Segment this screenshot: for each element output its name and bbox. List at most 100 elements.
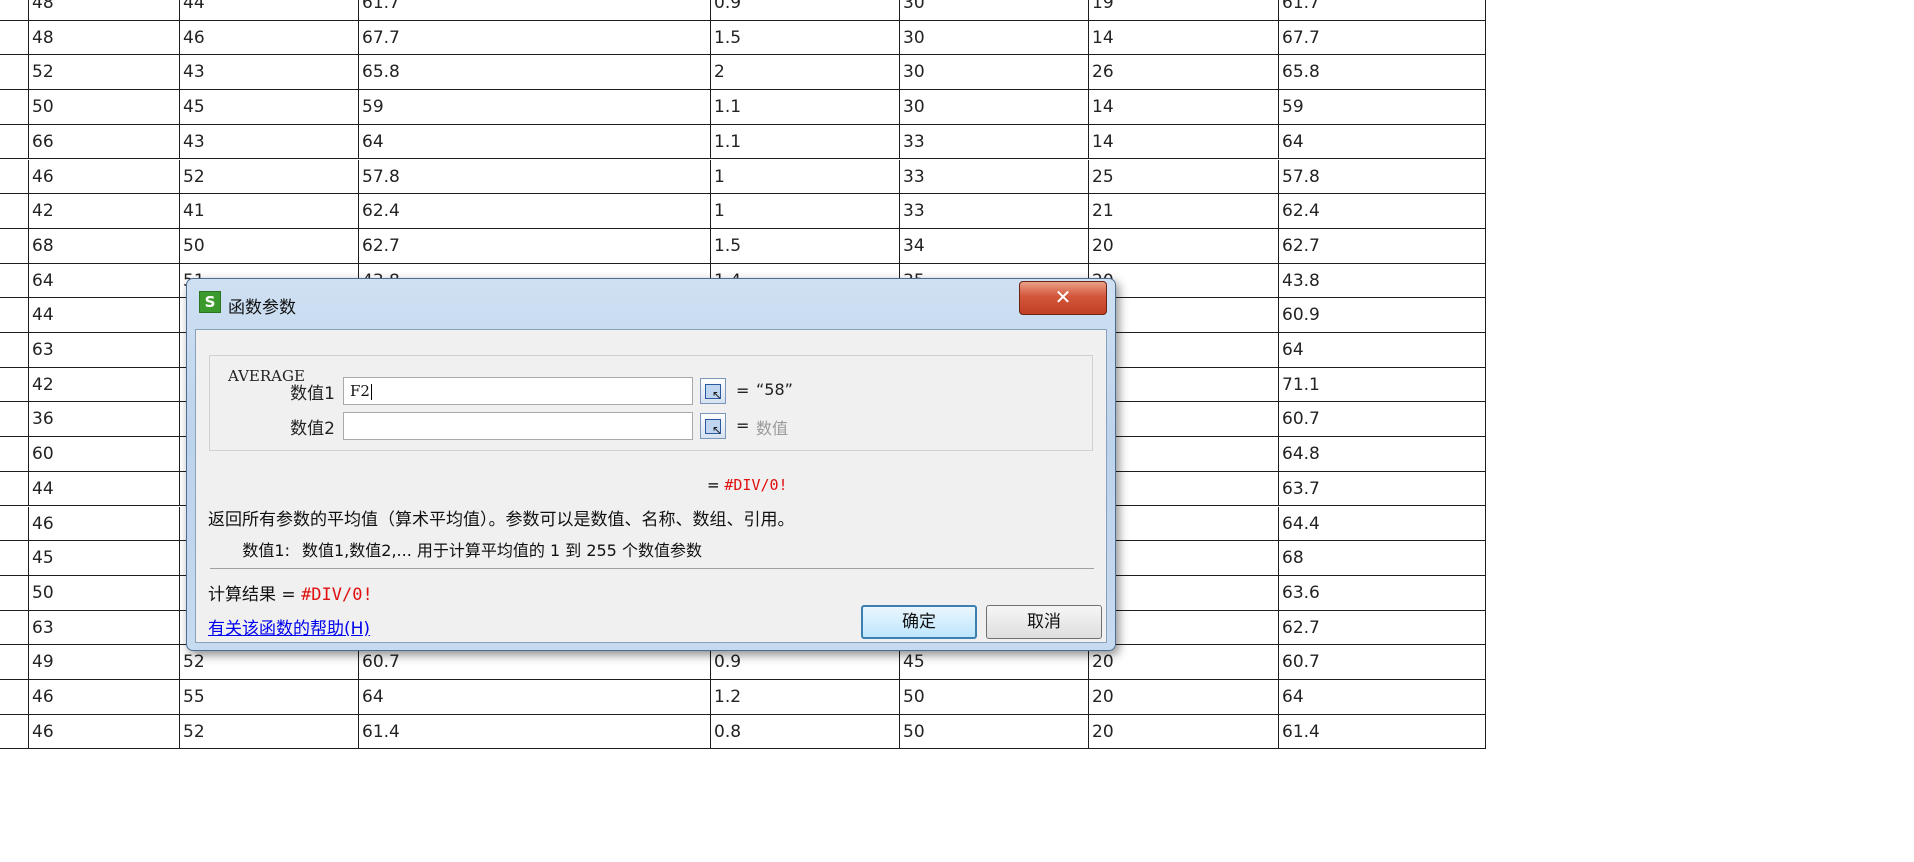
- table-cell[interactable]: 62.7: [1278, 610, 1486, 645]
- table-cell[interactable]: 62.7: [358, 228, 710, 263]
- table-cell[interactable]: 0.9: [710, 0, 899, 20]
- table-cell[interactable]: [1088, 541, 1278, 575]
- table-cell[interactable]: 45: [179, 90, 358, 124]
- table-cell[interactable]: 63: [28, 610, 179, 645]
- table-cell[interactable]: 42: [28, 194, 179, 228]
- table-cell[interactable]: 44: [179, 0, 358, 20]
- table-cell[interactable]: 1: [710, 194, 899, 228]
- table-cell[interactable]: 52: [28, 55, 179, 90]
- table-cell[interactable]: 60.7: [1278, 402, 1486, 437]
- table-cell[interactable]: [1088, 471, 1278, 506]
- table-cell[interactable]: 55: [179, 680, 358, 714]
- table-cell[interactable]: 2: [710, 55, 899, 90]
- table-cell[interactable]: 14: [1088, 90, 1278, 124]
- table-cell[interactable]: 43: [179, 124, 358, 159]
- cancel-button[interactable]: 取消: [986, 605, 1102, 639]
- param-2-input[interactable]: [343, 412, 693, 440]
- table-cell[interactable]: 68: [1278, 541, 1486, 575]
- table-cell[interactable]: 68: [28, 228, 179, 263]
- table-cell[interactable]: 46: [179, 20, 358, 55]
- table-cell[interactable]: 57.8: [1278, 159, 1486, 194]
- table-cell[interactable]: 1.5: [710, 228, 899, 263]
- table-cell[interactable]: [1088, 298, 1278, 332]
- table-cell[interactable]: 65.8: [358, 55, 710, 90]
- table-cell[interactable]: 50: [28, 90, 179, 124]
- table-cell[interactable]: 64: [1278, 124, 1486, 159]
- table-cell[interactable]: 61.7: [1278, 0, 1486, 20]
- table-cell[interactable]: 1.5: [710, 20, 899, 55]
- table-cell[interactable]: 63.6: [1278, 575, 1486, 610]
- table-cell[interactable]: [1088, 610, 1278, 645]
- table-cell[interactable]: 46: [28, 714, 179, 749]
- table-cell[interactable]: 60.7: [1278, 645, 1486, 679]
- table-cell[interactable]: 62.7: [1278, 228, 1486, 263]
- table-cell[interactable]: 65.8: [1278, 55, 1486, 90]
- table-cell[interactable]: 43: [179, 55, 358, 90]
- param-1-range-select-button[interactable]: ↖: [700, 378, 726, 404]
- table-cell[interactable]: 44: [28, 298, 179, 332]
- table-cell[interactable]: 33: [899, 159, 1088, 194]
- table-cell[interactable]: 64.4: [1278, 506, 1486, 541]
- table-cell[interactable]: 42: [28, 367, 179, 402]
- table-cell[interactable]: [1088, 506, 1278, 541]
- table-cell[interactable]: 48: [28, 0, 179, 20]
- table-cell[interactable]: 46: [28, 680, 179, 714]
- table-cell[interactable]: 1.1: [710, 90, 899, 124]
- table-cell[interactable]: 36: [28, 402, 179, 437]
- table-cell[interactable]: 52: [179, 159, 358, 194]
- table-cell[interactable]: 45: [28, 541, 179, 575]
- table-cell[interactable]: 21: [1088, 194, 1278, 228]
- table-cell[interactable]: [1088, 367, 1278, 402]
- table-cell[interactable]: 48: [28, 20, 179, 55]
- table-cell[interactable]: 25: [1088, 159, 1278, 194]
- table-cell[interactable]: [1088, 333, 1278, 367]
- table-cell[interactable]: 14: [1088, 124, 1278, 159]
- table-cell[interactable]: 64: [28, 263, 179, 298]
- table-cell[interactable]: 46: [28, 159, 179, 194]
- table-cell[interactable]: 60: [28, 437, 179, 471]
- table-cell[interactable]: 50: [899, 680, 1088, 714]
- table-cell[interactable]: 50: [899, 714, 1088, 749]
- table-cell[interactable]: 50: [179, 228, 358, 263]
- table-cell[interactable]: 64.8: [1278, 437, 1486, 471]
- table-cell[interactable]: 64: [358, 680, 710, 714]
- table-cell[interactable]: 49: [28, 645, 179, 679]
- table-cell[interactable]: 59: [358, 90, 710, 124]
- table-cell[interactable]: 20: [1088, 680, 1278, 714]
- table-cell[interactable]: [1088, 402, 1278, 437]
- table-cell[interactable]: 44: [28, 471, 179, 506]
- table-cell[interactable]: 33: [899, 194, 1088, 228]
- table-cell[interactable]: 71.1: [1278, 367, 1486, 402]
- table-cell[interactable]: 67.7: [358, 20, 710, 55]
- table-cell[interactable]: 60.9: [1278, 298, 1486, 332]
- table-cell[interactable]: 67.7: [1278, 20, 1486, 55]
- table-cell[interactable]: [1088, 437, 1278, 471]
- table-cell[interactable]: 20: [1088, 714, 1278, 749]
- table-cell[interactable]: 62.4: [358, 194, 710, 228]
- table-cell[interactable]: 64: [358, 124, 710, 159]
- table-cell[interactable]: 62.4: [1278, 194, 1486, 228]
- table-cell[interactable]: 30: [899, 90, 1088, 124]
- table-cell[interactable]: 63.7: [1278, 471, 1486, 506]
- table-cell[interactable]: 64: [1278, 680, 1486, 714]
- table-cell[interactable]: 20: [1088, 228, 1278, 263]
- close-button[interactable]: ✕: [1019, 281, 1107, 315]
- table-cell[interactable]: 1: [710, 159, 899, 194]
- table-cell[interactable]: 61.7: [358, 0, 710, 20]
- param-1-input[interactable]: F2: [343, 377, 693, 405]
- table-cell[interactable]: 1.2: [710, 680, 899, 714]
- table-cell[interactable]: 14: [1088, 20, 1278, 55]
- table-cell[interactable]: 30: [899, 20, 1088, 55]
- ok-button[interactable]: 确定: [861, 605, 977, 639]
- table-cell[interactable]: 34: [899, 228, 1088, 263]
- table-cell[interactable]: 66: [28, 124, 179, 159]
- table-cell[interactable]: 41: [179, 194, 358, 228]
- table-cell[interactable]: 64: [1278, 333, 1486, 367]
- table-cell[interactable]: 57.8: [358, 159, 710, 194]
- table-cell[interactable]: [1088, 575, 1278, 610]
- table-cell[interactable]: 61.4: [358, 714, 710, 749]
- table-cell[interactable]: 52: [179, 714, 358, 749]
- dialog-title-bar[interactable]: S 函数参数 ✕: [187, 279, 1115, 329]
- table-cell[interactable]: 46: [28, 506, 179, 541]
- table-cell[interactable]: 30: [899, 0, 1088, 20]
